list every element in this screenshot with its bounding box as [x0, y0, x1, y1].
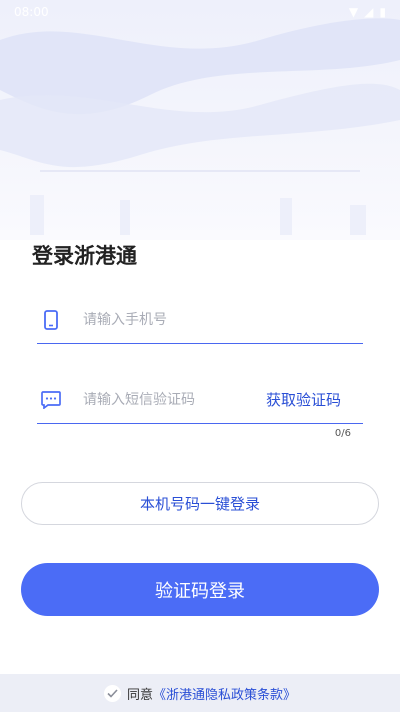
agree-checkbox[interactable] — [103, 684, 121, 702]
sms-code-input[interactable] — [83, 376, 266, 423]
wifi-icon: ▼ — [348, 5, 359, 19]
wave-graphic — [0, 18, 400, 235]
code-length-counter: 0/6 — [334, 428, 351, 439]
status-time: 08:00 — [14, 5, 49, 19]
signal-icon: ◢ — [364, 5, 374, 19]
sms-code-field[interactable]: 获取验证码 — [37, 376, 363, 424]
agreement-prefix: 同意 — [126, 687, 153, 703]
privacy-policy-link[interactable]: 《浙港通隐私政策条款》 — [153, 684, 296, 703]
check-icon — [107, 688, 118, 698]
phone-icon — [39, 308, 63, 332]
phone-field[interactable] — [37, 296, 363, 344]
page-title: 登录浙港通 — [32, 244, 137, 268]
message-icon — [39, 388, 63, 412]
status-bar: 08:00 ▼ ◢ ▮ — [0, 0, 400, 24]
one-key-login-button[interactable]: 本机号码一键登录 — [21, 482, 379, 525]
header-background — [0, 0, 400, 240]
get-code-button[interactable]: 获取验证码 — [266, 389, 341, 410]
agreement-bar: 同意 《浙港通隐私政策条款》 — [0, 674, 400, 712]
phone-input[interactable] — [83, 296, 363, 343]
code-login-button[interactable]: 验证码登录 — [21, 563, 379, 616]
battery-icon: ▮ — [379, 5, 386, 19]
